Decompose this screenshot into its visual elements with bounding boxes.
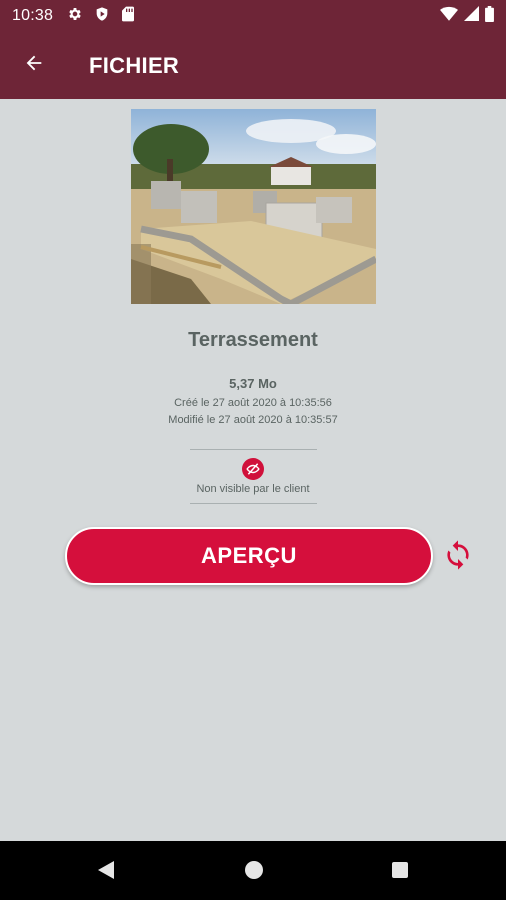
back-triangle-icon	[97, 860, 115, 885]
sd-card-icon	[121, 6, 135, 27]
signal-icon	[464, 6, 479, 26]
arrow-left-icon	[23, 52, 45, 79]
status-bar: 10:38	[0, 0, 506, 32]
status-time: 10:38	[12, 7, 54, 24]
app-bar: FICHIER	[0, 32, 506, 99]
file-details: Terrassement 5,37 Mo Créé le 27 août 202…	[0, 99, 506, 841]
nav-home-button[interactable]	[243, 860, 265, 885]
file-thumbnail[interactable]	[131, 109, 376, 304]
modified-date: Modifié le 27 août 2020 à 10:35:57	[168, 414, 338, 426]
sync-icon	[442, 539, 474, 576]
file-size: 5,37 Mo	[229, 376, 277, 391]
shield-play-icon	[94, 6, 110, 27]
nav-recents-button[interactable]	[389, 861, 411, 883]
divider	[190, 503, 317, 504]
preview-button[interactable]: APERÇU	[65, 527, 433, 585]
back-button[interactable]	[10, 42, 58, 90]
wifi-icon	[440, 6, 458, 27]
battery-icon	[485, 5, 494, 27]
home-circle-icon	[244, 860, 264, 885]
visibility-status: Non visible par le client	[196, 483, 310, 495]
divider	[190, 449, 317, 450]
sync-button[interactable]	[441, 539, 475, 576]
eye-off-icon	[242, 458, 264, 480]
page-title: FICHIER	[89, 52, 180, 78]
file-name: Terrassement	[188, 329, 318, 351]
navigation-bar	[0, 841, 506, 900]
recents-square-icon	[391, 861, 409, 884]
gear-icon	[67, 6, 83, 27]
created-date: Créé le 27 août 2020 à 10:35:56	[174, 397, 332, 409]
nav-back-button[interactable]	[95, 860, 117, 885]
